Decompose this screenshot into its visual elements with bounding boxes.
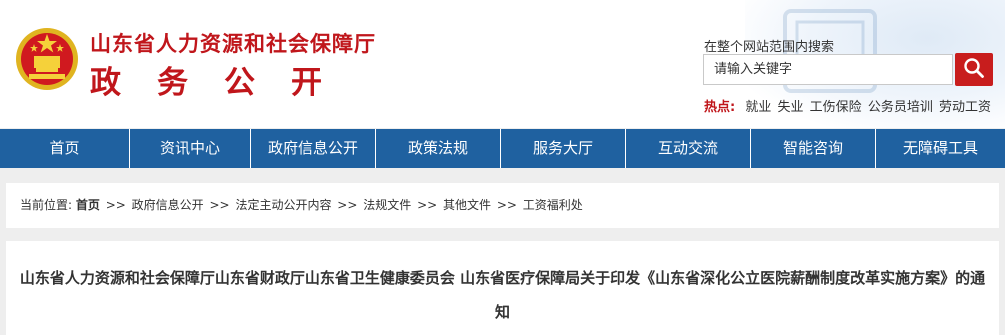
breadcrumb-separator: >> xyxy=(209,198,230,212)
nav-item-news-center[interactable]: 资讯中心 xyxy=(130,129,251,168)
nav-item-accessibility[interactable]: 无障碍工具 xyxy=(876,129,1005,168)
hot-keyword-unemployment[interactable]: 失业 xyxy=(778,100,804,115)
hot-keywords: 热点: 就业 失业 工伤保险 公务员培训 劳动工资 xyxy=(704,96,993,115)
breadcrumb-item-gov-info[interactable]: 政府信息公开 xyxy=(132,198,204,212)
hot-label: 热点: xyxy=(704,100,736,115)
breadcrumb-separator: >> xyxy=(496,198,517,212)
breadcrumb-separator: >> xyxy=(417,198,438,212)
hot-keyword-employment[interactable]: 就业 xyxy=(745,100,771,115)
organization-name: 山东省人力资源和社会保障厅 xyxy=(90,32,376,56)
search-button[interactable] xyxy=(955,53,993,86)
breadcrumb-separator: >> xyxy=(105,198,126,212)
section-title: 政务公开 xyxy=(90,65,358,101)
breadcrumb-item-regulations[interactable]: 法规文件 xyxy=(363,198,411,212)
breadcrumb-separator: >> xyxy=(337,198,358,212)
nav-item-interaction[interactable]: 互动交流 xyxy=(626,129,751,168)
nav-item-home[interactable]: 首页 xyxy=(0,129,130,168)
hot-keyword-labor-wages[interactable]: 劳动工资 xyxy=(939,100,991,115)
hot-keyword-civil-servant-training[interactable]: 公务员培训 xyxy=(868,100,933,115)
breadcrumb-item-mandatory-disclosure[interactable]: 法定主动公开内容 xyxy=(235,198,331,212)
site-header: 山东省人力资源和社会保障厅 政务公开 在整个网站范围内搜索 请输入关键字 热点:… xyxy=(0,0,1005,128)
article-title: 山东省人力资源和社会保障厅山东省财政厅山东省卫生健康委员会 山东省医疗保障局关于… xyxy=(19,269,986,321)
hot-keyword-injury-insurance[interactable]: 工伤保险 xyxy=(810,100,862,115)
main-nav: 首页 资讯中心 政府信息公开 政策法规 服务大厅 互动交流 智能咨询 无障碍工具 xyxy=(0,129,1005,168)
nav-item-smart-consult[interactable]: 智能咨询 xyxy=(751,129,876,168)
search-input[interactable]: 请输入关键字 xyxy=(703,54,953,85)
national-emblem-icon xyxy=(16,28,78,90)
search-hint: 在整个网站范围内搜索 xyxy=(704,40,835,55)
search-icon xyxy=(964,58,984,78)
nav-item-policy[interactable]: 政策法规 xyxy=(376,129,501,168)
nav-item-service-hall[interactable]: 服务大厅 xyxy=(501,129,626,168)
breadcrumb: 当前位置: 首页 >> 政府信息公开 >> 法定主动公开内容 >> 法规文件 >… xyxy=(6,183,999,228)
breadcrumb-item-other-docs[interactable]: 其他文件 xyxy=(443,198,491,212)
breadcrumb-item-home[interactable]: 首页 xyxy=(76,198,100,212)
breadcrumb-item-wages-welfare[interactable]: 工资福利处 xyxy=(523,198,583,212)
breadcrumb-prefix: 当前位置: xyxy=(20,198,73,212)
article-panel: 山东省人力资源和社会保障厅山东省财政厅山东省卫生健康委员会 山东省医疗保障局关于… xyxy=(6,241,999,335)
nav-item-gov-info[interactable]: 政府信息公开 xyxy=(251,129,376,168)
